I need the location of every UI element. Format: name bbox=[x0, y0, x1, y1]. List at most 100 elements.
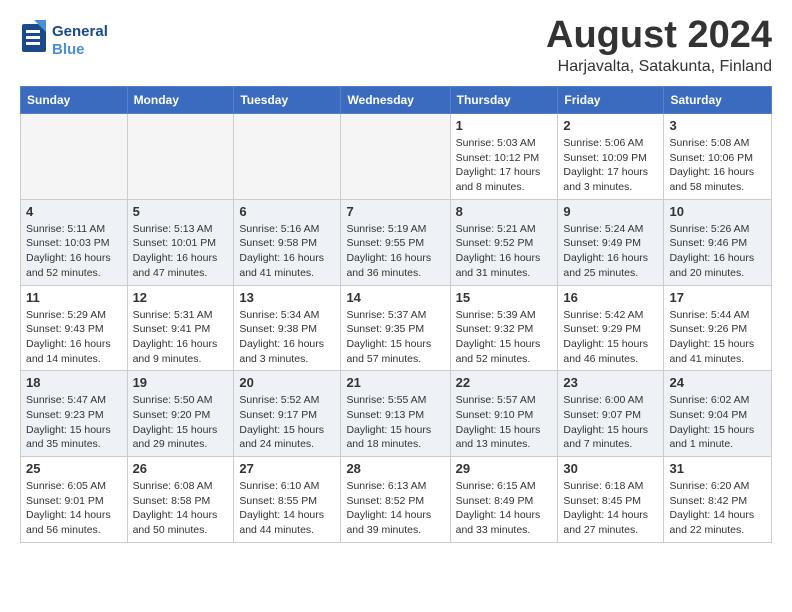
day-number: 6 bbox=[239, 204, 335, 219]
calendar-cell: 15 Sunrise: 5:39 AMSunset: 9:32 PMDayligh… bbox=[450, 285, 558, 371]
calendar-cell: 23 Sunrise: 6:00 AMSunset: 9:07 PMDayligh… bbox=[558, 371, 664, 457]
day-number: 31 bbox=[669, 461, 766, 476]
day-number: 4 bbox=[26, 204, 122, 219]
day-info: Sunrise: 5:19 AMSunset: 9:55 PMDaylight:… bbox=[346, 222, 444, 281]
calendar-cell: 29Sunrise: 6:15 AMSunset: 8:49 PMDayligh… bbox=[450, 457, 558, 543]
calendar-cell: 18 Sunrise: 5:47 AMSunset: 9:23 PMDayligh… bbox=[21, 371, 128, 457]
calendar-cell bbox=[234, 114, 341, 200]
day-info: Sunrise: 5:24 AMSunset: 9:49 PMDaylight:… bbox=[563, 222, 658, 281]
weekday-header-wednesday: Wednesday bbox=[341, 87, 450, 114]
day-number: 15 bbox=[456, 290, 553, 305]
day-number: 9 bbox=[563, 204, 658, 219]
day-number: 28 bbox=[346, 461, 444, 476]
day-info: Sunrise: 5:42 AMSunset: 9:29 PMDaylight:… bbox=[563, 308, 658, 367]
day-number: 22 bbox=[456, 375, 553, 390]
weekday-header-saturday: Saturday bbox=[664, 87, 772, 114]
day-number: 14 bbox=[346, 290, 444, 305]
day-info: Sunrise: 5:26 AMSunset: 9:46 PMDaylight:… bbox=[669, 222, 766, 281]
day-info: Sunrise: 5:39 AMSunset: 9:32 PMDaylight:… bbox=[456, 308, 553, 367]
calendar-cell: 1 Sunrise: 5:03 AMSunset: 10:12 PMDayligh… bbox=[450, 114, 558, 200]
calendar-table: SundayMondayTuesdayWednesdayThursdayFrid… bbox=[20, 86, 772, 543]
day-number: 17 bbox=[669, 290, 766, 305]
calendar-cell: 3 Sunrise: 5:08 AMSunset: 10:06 PMDayligh… bbox=[664, 114, 772, 200]
calendar-cell: 17 Sunrise: 5:44 AMSunset: 9:26 PMDayligh… bbox=[664, 285, 772, 371]
calendar-week-row: 11 Sunrise: 5:29 AMSunset: 9:43 PMDayligh… bbox=[21, 285, 772, 371]
day-info: Sunrise: 6:08 AMSunset: 8:58 PMDaylight:… bbox=[133, 479, 229, 538]
calendar-week-row: 25Sunrise: 6:05 AMSunset: 9:01 PMDayligh… bbox=[21, 457, 772, 543]
day-number: 7 bbox=[346, 204, 444, 219]
calendar-cell: 25Sunrise: 6:05 AMSunset: 9:01 PMDayligh… bbox=[21, 457, 128, 543]
calendar-cell: 26Sunrise: 6:08 AMSunset: 8:58 PMDayligh… bbox=[127, 457, 234, 543]
day-number: 11 bbox=[26, 290, 122, 305]
day-number: 1 bbox=[456, 118, 553, 133]
weekday-header-tuesday: Tuesday bbox=[234, 87, 341, 114]
logo-svg: General Blue bbox=[20, 16, 130, 60]
calendar-cell bbox=[127, 114, 234, 200]
calendar-cell: 28Sunrise: 6:13 AMSunset: 8:52 PMDayligh… bbox=[341, 457, 450, 543]
svg-text:Blue: Blue bbox=[52, 41, 85, 58]
day-info: Sunrise: 6:15 AMSunset: 8:49 PMDaylight:… bbox=[456, 479, 553, 538]
calendar-cell: 20 Sunrise: 5:52 AMSunset: 9:17 PMDayligh… bbox=[234, 371, 341, 457]
day-number: 20 bbox=[239, 375, 335, 390]
weekday-header-friday: Friday bbox=[558, 87, 664, 114]
day-info: Sunrise: 5:47 AMSunset: 9:23 PMDaylight:… bbox=[26, 393, 122, 452]
day-number: 8 bbox=[456, 204, 553, 219]
day-number: 21 bbox=[346, 375, 444, 390]
day-number: 24 bbox=[669, 375, 766, 390]
day-info: Sunrise: 5:29 AMSunset: 9:43 PMDaylight:… bbox=[26, 308, 122, 367]
day-number: 25 bbox=[26, 461, 122, 476]
weekday-header-sunday: Sunday bbox=[21, 87, 128, 114]
day-info: Sunrise: 5:44 AMSunset: 9:26 PMDaylight:… bbox=[669, 308, 766, 367]
weekday-header-row: SundayMondayTuesdayWednesdayThursdayFrid… bbox=[21, 87, 772, 114]
weekday-header-thursday: Thursday bbox=[450, 87, 558, 114]
calendar-cell: 5Sunrise: 5:13 AMSunset: 10:01 PMDayligh… bbox=[127, 199, 234, 285]
day-info: Sunrise: 5:03 AMSunset: 10:12 PMDaylight… bbox=[456, 136, 553, 195]
day-info: Sunrise: 6:20 AMSunset: 8:42 PMDaylight:… bbox=[669, 479, 766, 538]
calendar-cell: 31 Sunrise: 6:20 AMSunset: 8:42 PMDayligh… bbox=[664, 457, 772, 543]
title-section: August 2024 Harjavalta, Satakunta, Finla… bbox=[546, 16, 772, 76]
day-info: Sunrise: 6:02 AMSunset: 9:04 PMDaylight:… bbox=[669, 393, 766, 452]
day-number: 10 bbox=[669, 204, 766, 219]
day-number: 23 bbox=[563, 375, 658, 390]
day-info: Sunrise: 5:16 AMSunset: 9:58 PMDaylight:… bbox=[239, 222, 335, 281]
day-info: Sunrise: 5:08 AMSunset: 10:06 PMDaylight… bbox=[669, 136, 766, 195]
month-title: August 2024 bbox=[546, 16, 772, 54]
day-info: Sunrise: 5:34 AMSunset: 9:38 PMDaylight:… bbox=[239, 308, 335, 367]
weekday-header-monday: Monday bbox=[127, 87, 234, 114]
calendar-cell: 24 Sunrise: 6:02 AMSunset: 9:04 PMDayligh… bbox=[664, 371, 772, 457]
day-info: Sunrise: 5:21 AMSunset: 9:52 PMDaylight:… bbox=[456, 222, 553, 281]
calendar-cell: 13Sunrise: 5:34 AMSunset: 9:38 PMDayligh… bbox=[234, 285, 341, 371]
day-number: 27 bbox=[239, 461, 335, 476]
calendar-week-row: 1 Sunrise: 5:03 AMSunset: 10:12 PMDayligh… bbox=[21, 114, 772, 200]
day-info: Sunrise: 5:13 AMSunset: 10:01 PMDaylight… bbox=[133, 222, 229, 281]
day-info: Sunrise: 5:52 AMSunset: 9:17 PMDaylight:… bbox=[239, 393, 335, 452]
day-info: Sunrise: 5:37 AMSunset: 9:35 PMDaylight:… bbox=[346, 308, 444, 367]
day-info: Sunrise: 5:06 AMSunset: 10:09 PMDaylight… bbox=[563, 136, 658, 195]
day-number: 19 bbox=[133, 375, 229, 390]
page-header: General Blue August 2024 Harjavalta, Sat… bbox=[20, 16, 772, 76]
calendar-cell: 30Sunrise: 6:18 AMSunset: 8:45 PMDayligh… bbox=[558, 457, 664, 543]
day-info: Sunrise: 6:18 AMSunset: 8:45 PMDaylight:… bbox=[563, 479, 658, 538]
calendar-cell: 21 Sunrise: 5:55 AMSunset: 9:13 PMDayligh… bbox=[341, 371, 450, 457]
calendar-cell: 14 Sunrise: 5:37 AMSunset: 9:35 PMDayligh… bbox=[341, 285, 450, 371]
calendar-week-row: 4 Sunrise: 5:11 AMSunset: 10:03 PMDayligh… bbox=[21, 199, 772, 285]
day-info: Sunrise: 5:57 AMSunset: 9:10 PMDaylight:… bbox=[456, 393, 553, 452]
calendar-cell: 19Sunrise: 5:50 AMSunset: 9:20 PMDayligh… bbox=[127, 371, 234, 457]
calendar-cell: 27 Sunrise: 6:10 AMSunset: 8:55 PMDayligh… bbox=[234, 457, 341, 543]
calendar-cell bbox=[21, 114, 128, 200]
day-info: Sunrise: 6:00 AMSunset: 9:07 PMDaylight:… bbox=[563, 393, 658, 452]
calendar-cell: 9 Sunrise: 5:24 AMSunset: 9:49 PMDaylight… bbox=[558, 199, 664, 285]
day-number: 12 bbox=[133, 290, 229, 305]
day-number: 3 bbox=[669, 118, 766, 133]
calendar-cell: 16Sunrise: 5:42 AMSunset: 9:29 PMDayligh… bbox=[558, 285, 664, 371]
day-info: Sunrise: 5:11 AMSunset: 10:03 PMDaylight… bbox=[26, 222, 122, 281]
logo: General Blue bbox=[20, 16, 130, 60]
calendar-cell: 11 Sunrise: 5:29 AMSunset: 9:43 PMDayligh… bbox=[21, 285, 128, 371]
day-number: 2 bbox=[563, 118, 658, 133]
day-info: Sunrise: 5:55 AMSunset: 9:13 PMDaylight:… bbox=[346, 393, 444, 452]
calendar-cell: 4 Sunrise: 5:11 AMSunset: 10:03 PMDayligh… bbox=[21, 199, 128, 285]
day-info: Sunrise: 6:10 AMSunset: 8:55 PMDaylight:… bbox=[239, 479, 335, 538]
calendar-week-row: 18 Sunrise: 5:47 AMSunset: 9:23 PMDayligh… bbox=[21, 371, 772, 457]
day-number: 18 bbox=[26, 375, 122, 390]
calendar-cell: 7 Sunrise: 5:19 AMSunset: 9:55 PMDaylight… bbox=[341, 199, 450, 285]
